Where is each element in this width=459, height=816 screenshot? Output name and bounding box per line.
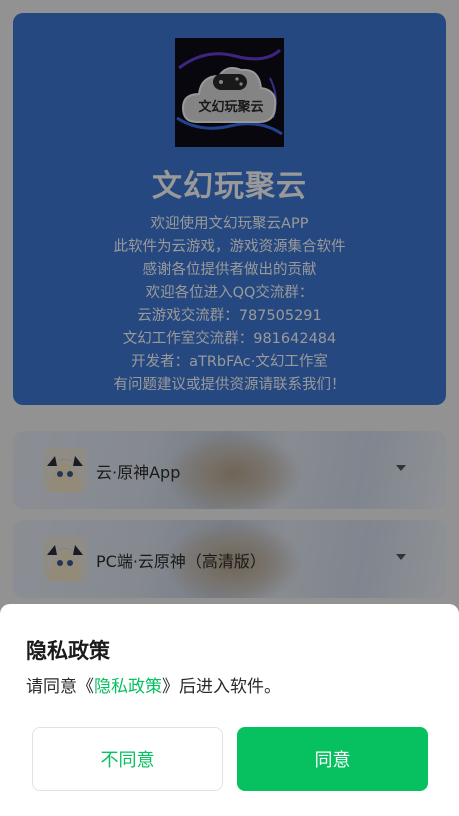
agree-button[interactable]: 同意 [237, 727, 428, 791]
dialog-title: 隐私政策 [26, 639, 110, 663]
dialog-message: 请同意《隐私政策》后进入软件。 [26, 672, 281, 697]
disagree-button[interactable]: 不同意 [32, 727, 223, 791]
privacy-policy-link[interactable]: 隐私政策 [94, 677, 162, 697]
privacy-policy-dialog: 隐私政策 请同意《隐私政策》后进入软件。 不同意 同意 [0, 604, 459, 816]
message-prefix: 请同意《 [26, 677, 94, 697]
message-suffix: 》后进入软件。 [162, 677, 281, 697]
